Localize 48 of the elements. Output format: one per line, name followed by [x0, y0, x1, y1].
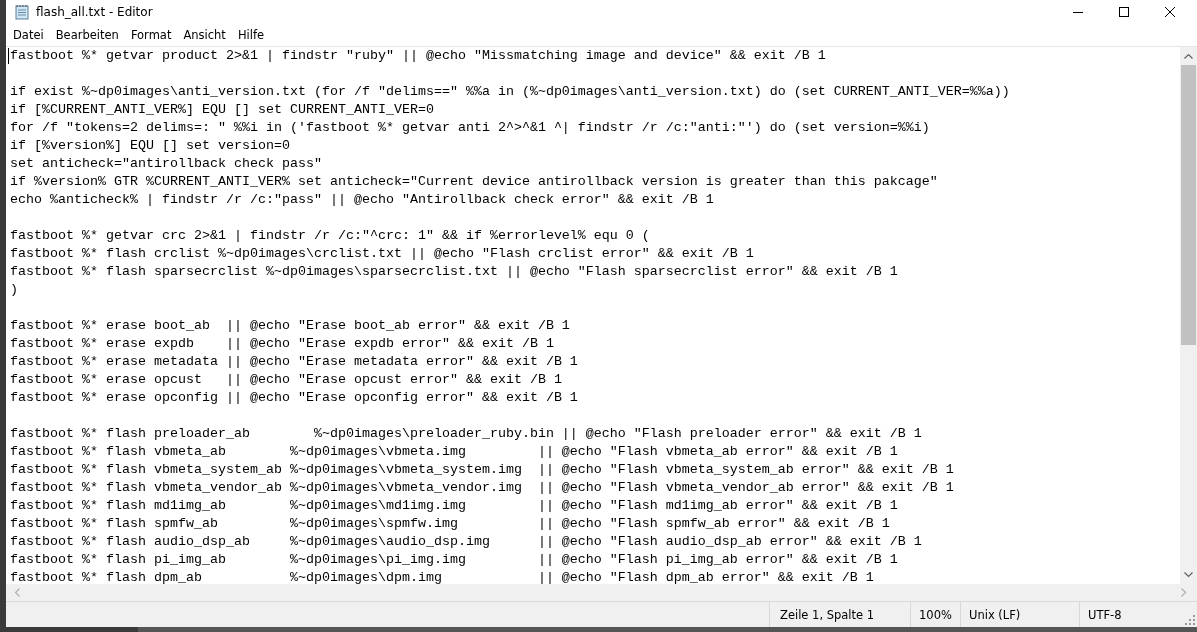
encoding-text: UTF-8: [1088, 607, 1122, 622]
menu-item[interactable]: Bearbeiten: [49, 25, 125, 45]
code-line: fastboot %* flash preloader_ab %~dp0images\preloader_ruby.bin || @echo "Flash preloader error" && exit /B 1: [10, 425, 922, 443]
menu-item[interactable]: Datei: [7, 25, 50, 45]
code-line: fastboot %* erase opcust || @echo "Erase opcust error" && exit /B 1: [10, 371, 562, 389]
horizontal-scrollbar[interactable]: [6, 584, 1197, 601]
code-line: fastboot %* flash md1img_ab %~dp0images\md1img.img || @echo "Flash md1img_ab error" && exit /B 1: [10, 497, 898, 515]
code-line: fastboot %* erase expdb || @echo "Erase expdb error" && exit /B 1: [10, 335, 554, 353]
code-line: if exist %~dp0images\anti_version.txt (for /f "delims==" %%a in (%~dp0images\anti_version.txt) do (set CURRENT_ANTI_VER=%%a)): [10, 83, 1010, 101]
code-line: fastboot %* erase metadata || @echo "Erase metadata error" && exit /B 1: [10, 353, 578, 371]
code-line: if [%version%] EQU [] set version=0: [10, 137, 290, 155]
code-line: fastboot %* flash vbmeta_system_ab %~dp0images\vbmeta_system.img || @echo "Flash vbmeta_system_ab error" && exit /B 1: [10, 461, 954, 479]
code-line: fastboot %* flash dpm_ab %~dp0images\dpm.img || @echo "Flash dpm_ab error" && exit /B 1: [10, 569, 874, 584]
menu-item[interactable]: Ansicht: [177, 25, 232, 45]
menu-item[interactable]: Format: [124, 25, 178, 45]
scroll-down-icon: [1184, 572, 1193, 578]
code-line: fastboot %* flash sparsecrclist %~dp0images\sparsecrclist.txt || @echo "Flash sparsecrclist error" && exit /B 1: [10, 263, 898, 281]
code-line: if %version% GTR %CURRENT_ANTI_VER% set anticheck="Current device antirollback version is greater than this pakcage": [10, 173, 938, 191]
code-line: fastboot %* flash spmfw_ab %~dp0images\spmfw.img || @echo "Flash spmfw_ab error" && exit /B 1: [10, 515, 890, 533]
text-cursor: [8, 48, 9, 64]
vertical-scrollbar[interactable]: [1180, 47, 1197, 584]
code-line: fastboot %* flash audio_dsp_ab %~dp0images\audio_dsp.img || @echo "Flash audio_dsp_ab error" && exit /B 1: [10, 533, 922, 551]
code-line: echo %anticheck% | findstr /r /c:"pass" || @echo "Antirollback check error" && exit /B 1: [10, 191, 714, 209]
code-line: fastboot %* getvar crc 2>&1 | findstr /r /c:"^crc: 1" && if %errorlevel% equ 0 (: [10, 227, 650, 245]
scroll-left-icon: [14, 588, 20, 597]
code-line: fastboot %* erase opconfig || @echo "Erase opconfig error" && exit /B 1: [10, 389, 578, 407]
scroll-thumb[interactable]: [1181, 65, 1196, 345]
code-line: set anticheck="antirollback check pass": [10, 155, 322, 173]
window-title: flash_all.txt - Editor: [36, 5, 153, 19]
close-icon: [1165, 7, 1175, 17]
code-line: if [%CURRENT_ANTI_VER%] EQU [] set CURRENT_ANTI_VER=0: [10, 101, 434, 119]
code-line: fastboot %* flash vbmeta_vendor_ab %~dp0images\vbmeta_vendor.img || @echo "Flash vbmeta_vendor_ab error" && exit /B 1: [10, 479, 954, 497]
code-line: fastboot %* flash vbmeta_ab %~dp0images\vbmeta.img || @echo "Flash vbmeta_ab error" && exit /B 1: [10, 443, 898, 461]
zoom-level-text: 100%: [919, 607, 952, 622]
resize-grip-icon: [1185, 615, 1195, 625]
maximize-icon: [1119, 7, 1129, 17]
code-line: ): [10, 281, 18, 299]
code-line: for /f "tokens=2 delims=: " %%i in ('fastboot %* getvar anti 2^>^&1 ^| findstr /r /c:"anti:"') do (set version=%%i): [10, 119, 930, 137]
menu-item[interactable]: Hilfe: [231, 25, 271, 45]
scroll-right-icon: [1181, 588, 1187, 597]
notepad-icon: [14, 4, 30, 20]
cursor-position-text: Zeile 1, Spalte 1: [780, 607, 875, 622]
scroll-up-icon: [1184, 53, 1193, 59]
line-ending-text: Unix (LF): [969, 607, 1021, 622]
code-line: fastboot %* flash pi_img_ab %~dp0images\pi_img.img || @echo "Flash pi_img_ab error" && exit /B 1: [10, 551, 898, 569]
code-line: fastboot %* flash crclist %~dp0images\crclist.txt || @echo "Flash crclist error" && exit /B 1: [10, 245, 754, 263]
code-line: fastboot %* getvar product 2>&1 | findstr "ruby" || @echo "Missmatching image and device" && exit /B 1: [10, 47, 826, 65]
code-line: fastboot %* erase boot_ab || @echo "Erase boot_ab error" && exit /B 1: [10, 317, 570, 335]
